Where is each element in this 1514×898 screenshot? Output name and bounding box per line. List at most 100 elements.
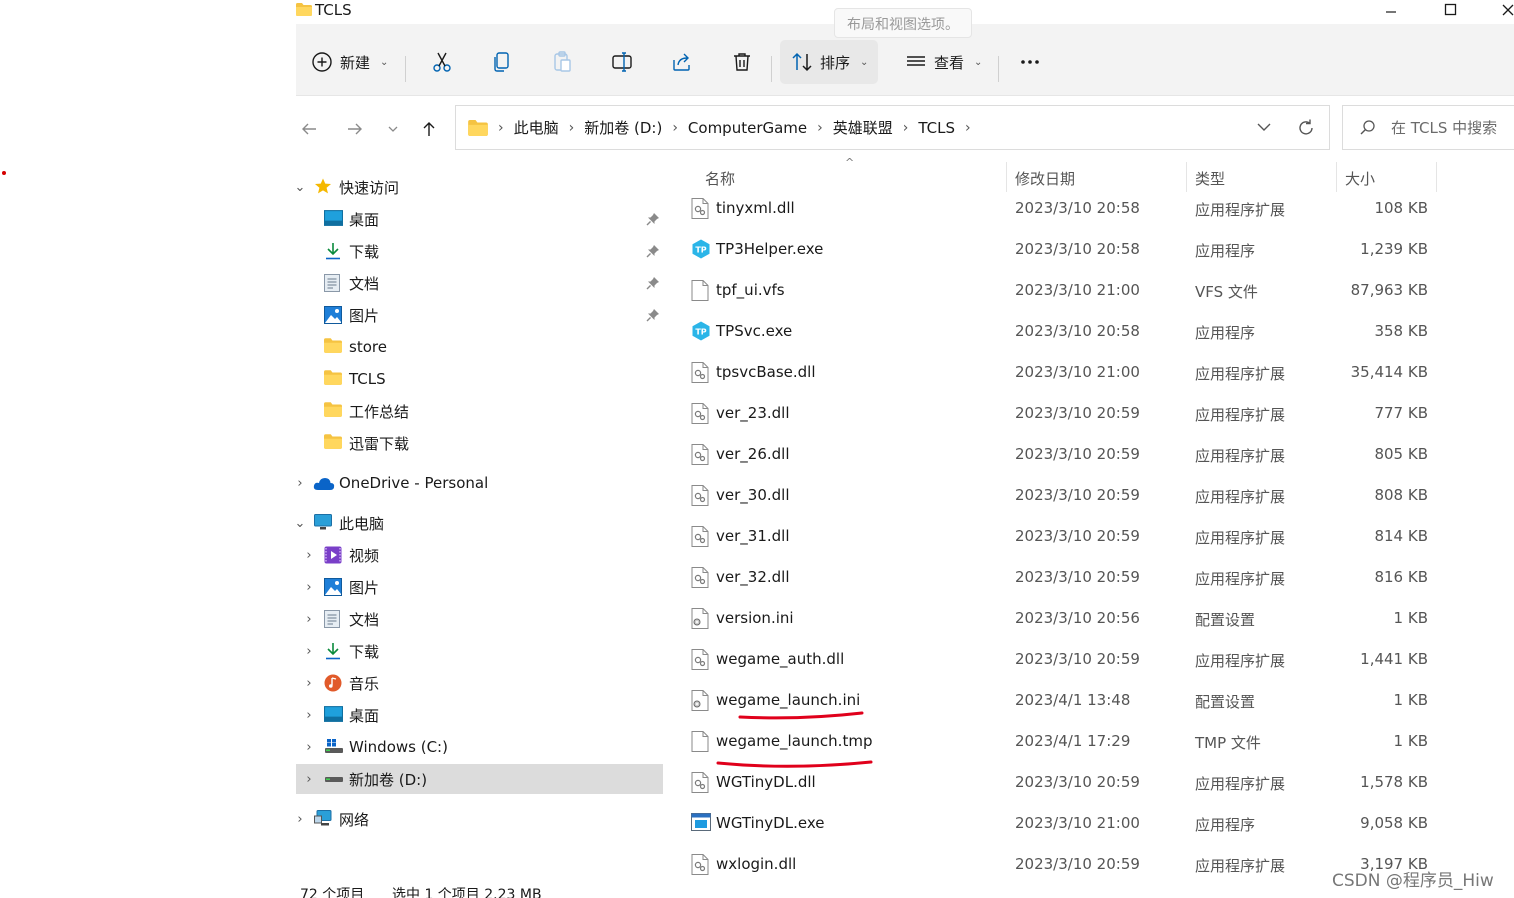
file-name: WGTinyDL.exe bbox=[716, 814, 825, 832]
sort-button[interactable]: 排序 ⌄ bbox=[780, 40, 879, 84]
file-size: 108 KB bbox=[1374, 199, 1428, 217]
copy-button[interactable] bbox=[480, 40, 524, 84]
chevron-down-icon: ⌄ bbox=[860, 56, 869, 68]
chevron-down-icon[interactable]: ⌄ bbox=[296, 180, 307, 195]
new-button[interactable]: 新建 ⌄ bbox=[300, 40, 398, 84]
cut-button[interactable] bbox=[420, 40, 464, 84]
chevron-right-icon[interactable]: › bbox=[302, 644, 316, 659]
breadcrumb-item-lol[interactable]: 英雄联盟 bbox=[833, 117, 893, 138]
sidebar-item-picture[interactable]: 图片 bbox=[296, 300, 663, 330]
view-button[interactable]: 查看 ⌄ bbox=[894, 40, 992, 84]
file-row[interactable]: tpf_ui.vfs 2023/3/10 21:00 VFS 文件 87,963 KB bbox=[681, 270, 1514, 311]
file-row[interactable]: TP TP3Helper.exe 2023/3/10 20:58 应用程序 1,239 … bbox=[681, 229, 1514, 270]
paste-icon bbox=[554, 51, 571, 72]
breadcrumb-item-drive-d[interactable]: 新加卷 (D:) bbox=[584, 117, 662, 138]
file-row[interactable]: ver_30.dll 2023/3/10 20:59 应用程序扩展 808 KB bbox=[681, 475, 1514, 516]
rename-button[interactable] bbox=[600, 40, 644, 84]
breadcrumb-item-computergame[interactable]: ComputerGame bbox=[688, 119, 807, 137]
file-modified-date: 2023/3/10 20:56 bbox=[1015, 609, 1140, 627]
file-ini-icon bbox=[691, 608, 709, 629]
more-options-button[interactable] bbox=[1008, 40, 1052, 84]
divider bbox=[771, 56, 772, 82]
search-box[interactable]: 在 TCLS 中搜索 bbox=[1342, 105, 1514, 150]
sidebar-item-drive[interactable]: › 新加卷 (D:) bbox=[296, 764, 663, 794]
chevron-right-icon[interactable]: › bbox=[296, 476, 307, 491]
sidebar-item-quick-access[interactable]: ⌄ 快速访问 bbox=[296, 172, 663, 202]
view-label: 查看 bbox=[934, 53, 965, 72]
rename-icon bbox=[612, 52, 632, 72]
sidebar-item-picture[interactable]: › 图片 bbox=[296, 572, 663, 602]
back-button[interactable] bbox=[296, 116, 322, 142]
file-dll-icon bbox=[691, 485, 709, 506]
sidebar-item-document[interactable]: 文档 bbox=[296, 268, 663, 298]
close-button[interactable] bbox=[1488, 0, 1514, 20]
sidebar-item-document[interactable]: › 文档 bbox=[296, 604, 663, 634]
maximize-icon bbox=[1444, 3, 1457, 16]
file-dll-icon bbox=[691, 854, 709, 875]
minimize-button[interactable] bbox=[1371, 0, 1411, 20]
column-header-size[interactable]: 大小 bbox=[1345, 168, 1375, 189]
recent-locations-button[interactable] bbox=[380, 116, 406, 142]
paste-button[interactable] bbox=[540, 40, 584, 84]
address-bar[interactable]: › 此电脑 › 新加卷 (D:) › ComputerGame › 英雄联盟 ›… bbox=[455, 105, 1330, 150]
file-size: 358 KB bbox=[1374, 322, 1428, 340]
breadcrumb-item-tcls[interactable]: TCLS bbox=[918, 119, 955, 137]
file-modified-date: 2023/3/10 20:59 bbox=[1015, 855, 1140, 873]
chevron-down-icon bbox=[388, 126, 398, 132]
sidebar-item-folder[interactable]: 迅雷下载 bbox=[296, 428, 663, 458]
pin-icon[interactable] bbox=[646, 212, 660, 226]
file-row[interactable]: tpsvcBase.dll 2023/3/10 21:00 应用程序扩展 35,414… bbox=[681, 352, 1514, 393]
sidebar-item-desktop[interactable]: 桌面 bbox=[296, 204, 663, 234]
chevron-right-icon[interactable]: › bbox=[302, 676, 316, 691]
file-name: WGTinyDL.dll bbox=[716, 773, 816, 791]
chevron-right-icon: › bbox=[672, 119, 678, 136]
sidebar-item-network[interactable]: › 网络 bbox=[296, 804, 663, 834]
file-row[interactable]: wegame_auth.dll 2023/3/10 20:59 应用程序扩展 1,44… bbox=[681, 639, 1514, 680]
column-header-name[interactable]: 名称 bbox=[705, 168, 735, 189]
sidebar-item-desktop[interactable]: › 桌面 bbox=[296, 700, 663, 730]
file-row[interactable]: WGTinyDL.exe 2023/3/10 21:00 应用程序 9,058 KB bbox=[681, 803, 1514, 844]
file-row[interactable]: ver_23.dll 2023/3/10 20:59 应用程序扩展 777 KB bbox=[681, 393, 1514, 434]
file-row[interactable]: TP TPSvc.exe 2023/3/10 20:58 应用程序 358 KB bbox=[681, 311, 1514, 352]
up-button[interactable] bbox=[416, 116, 442, 142]
refresh-icon[interactable] bbox=[1296, 118, 1316, 138]
file-row[interactable]: wegame_launch.ini 2023/4/1 13:48 配置设置 1 KB bbox=[681, 680, 1514, 721]
file-row[interactable]: ver_32.dll 2023/3/10 20:59 应用程序扩展 816 KB bbox=[681, 557, 1514, 598]
breadcrumb-item-this-pc[interactable]: 此电脑 bbox=[514, 117, 559, 138]
file-row[interactable]: WGTinyDL.dll 2023/3/10 20:59 应用程序扩展 1,578 K… bbox=[681, 762, 1514, 803]
file-row[interactable]: ver_26.dll 2023/3/10 20:59 应用程序扩展 805 KB bbox=[681, 434, 1514, 475]
delete-button[interactable] bbox=[720, 40, 764, 84]
chevron-right-icon[interactable]: › bbox=[302, 708, 316, 723]
pin-icon[interactable] bbox=[646, 308, 660, 322]
sort-ascending-icon: ^ bbox=[845, 156, 855, 169]
sidebar-item-download[interactable]: › 下载 bbox=[296, 636, 663, 666]
maximize-button[interactable] bbox=[1431, 0, 1471, 20]
pin-icon[interactable] bbox=[646, 244, 660, 258]
file-row[interactable]: wegame_launch.tmp 2023/4/1 17:29 TMP 文件 1 K… bbox=[681, 721, 1514, 762]
file-row[interactable]: tinyxml.dll 2023/3/10 20:58 应用程序扩展 108 KB bbox=[681, 188, 1514, 229]
chevron-right-icon[interactable]: › bbox=[302, 740, 316, 755]
chevron-right-icon[interactable]: › bbox=[302, 612, 316, 627]
forward-button[interactable] bbox=[342, 116, 368, 142]
sidebar-item-music[interactable]: › 音乐 bbox=[296, 668, 663, 698]
file-row[interactable]: ver_31.dll 2023/3/10 20:59 应用程序扩展 814 KB bbox=[681, 516, 1514, 557]
sidebar-item-folder[interactable]: TCLS bbox=[296, 364, 663, 394]
sidebar-item-this-pc[interactable]: ⌄ 此电脑 bbox=[296, 508, 663, 538]
sidebar-item-onedrive[interactable]: › OneDrive - Personal bbox=[296, 468, 663, 498]
sidebar-item-folder[interactable]: store bbox=[296, 332, 663, 362]
address-history-chevron-icon[interactable] bbox=[1256, 121, 1272, 133]
chevron-right-icon[interactable]: › bbox=[296, 812, 307, 827]
chevron-right-icon[interactable]: › bbox=[302, 548, 316, 563]
share-button[interactable] bbox=[660, 40, 704, 84]
chevron-right-icon[interactable]: › bbox=[302, 580, 316, 595]
file-row[interactable]: version.ini 2023/3/10 20:56 配置设置 1 KB bbox=[681, 598, 1514, 639]
sidebar-item-download[interactable]: 下载 bbox=[296, 236, 663, 266]
pin-icon[interactable] bbox=[646, 276, 660, 290]
column-header-type[interactable]: 类型 bbox=[1195, 168, 1225, 189]
chevron-down-icon[interactable]: ⌄ bbox=[296, 516, 307, 531]
sidebar-item-windows-drive[interactable]: › Windows (C:) bbox=[296, 732, 663, 762]
sidebar-item-folder[interactable]: 工作总结 bbox=[296, 396, 663, 426]
chevron-right-icon[interactable]: › bbox=[302, 772, 316, 787]
sidebar-item-video[interactable]: › 视频 bbox=[296, 540, 663, 570]
column-header-date[interactable]: 修改日期 bbox=[1015, 168, 1075, 189]
